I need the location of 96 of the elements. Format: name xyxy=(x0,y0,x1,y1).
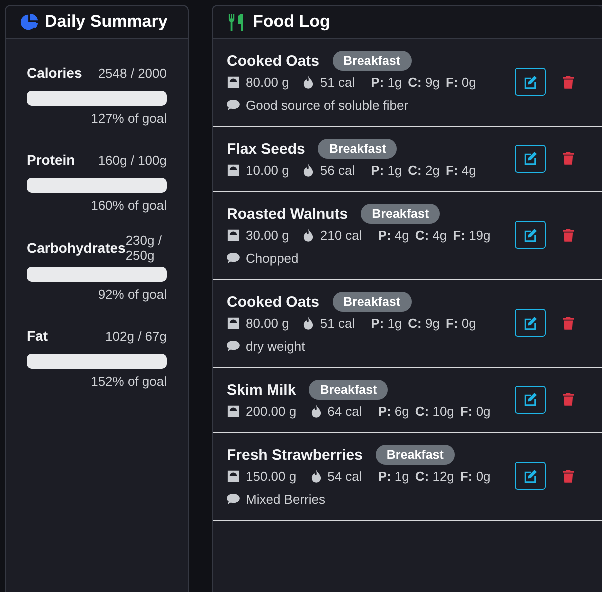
metric-name: Carbohydrates xyxy=(27,240,126,256)
food-name: Fresh Strawberries xyxy=(227,446,363,464)
note-text: Mixed Berries xyxy=(246,492,326,507)
macro-text: C: 4g xyxy=(415,228,448,243)
weight-text: 80.00 g xyxy=(246,75,290,90)
flame-icon xyxy=(303,164,314,177)
card-title: Food Log xyxy=(253,12,330,32)
scale-icon xyxy=(227,76,240,89)
metric-name: Fat xyxy=(27,328,48,344)
edit-icon xyxy=(523,468,538,484)
meal-tag: Breakfast xyxy=(309,380,388,400)
edit-icon xyxy=(523,228,538,242)
calorie-text: 210 cal xyxy=(320,228,362,243)
trash-icon xyxy=(563,393,574,406)
flame-icon xyxy=(303,76,314,89)
fork-knife-icon xyxy=(228,12,245,32)
edit-button[interactable] xyxy=(515,462,546,490)
goal-percent: 127% of goal xyxy=(91,111,167,126)
edit-button[interactable] xyxy=(515,386,546,414)
macro-text: C: 9g xyxy=(408,316,440,331)
food-name: Skim Milk xyxy=(227,382,296,398)
macro-text: P: 1g xyxy=(371,75,402,90)
macro-text: P: 6g xyxy=(378,404,410,419)
scale-icon xyxy=(227,229,240,242)
macro-text: F: 4g xyxy=(446,163,476,178)
note-text: Good source of soluble fiber xyxy=(246,98,409,113)
card-title: Daily Summary xyxy=(45,12,168,32)
trash-icon xyxy=(563,316,574,330)
food-name: Cooked Oats xyxy=(227,52,320,70)
scale-icon xyxy=(227,405,240,418)
macro-text: F: 0g xyxy=(460,404,491,419)
macro-text: C: 2g xyxy=(408,163,440,178)
note-text: Chopped xyxy=(246,251,299,266)
metric-name: Protein xyxy=(27,152,76,168)
edit-button[interactable] xyxy=(515,309,546,337)
calorie-text: 51 cal xyxy=(320,75,356,90)
trash-icon xyxy=(563,470,574,482)
metric-reading: 2548 / 2000 xyxy=(98,66,167,80)
food-name: Flax Seeds xyxy=(227,140,306,158)
flame-icon xyxy=(310,470,322,483)
edit-icon xyxy=(523,316,538,330)
macro-text: C: 9g xyxy=(408,75,440,90)
weight-text: 150.00 g xyxy=(246,469,297,484)
meal-tag: Breakfast xyxy=(376,445,455,465)
food-name: Cooked Oats xyxy=(227,294,320,310)
scale-icon xyxy=(227,317,240,330)
macro-text: F: 0g xyxy=(460,469,491,484)
edit-button[interactable] xyxy=(515,221,546,249)
speech-bubble-icon xyxy=(227,253,240,264)
speech-bubble-icon xyxy=(227,341,240,352)
edit-button[interactable] xyxy=(515,144,546,172)
note-text: dry weight xyxy=(246,339,306,354)
macro-text: P: 1g xyxy=(371,316,402,331)
flame-icon xyxy=(310,405,322,418)
trash-icon xyxy=(563,228,574,242)
calorie-text: 54 cal xyxy=(328,469,362,484)
meal-tag: Breakfast xyxy=(332,292,412,312)
meal-tag: Breakfast xyxy=(332,51,412,71)
macro-text: F: 19g xyxy=(453,228,491,243)
trash-icon xyxy=(563,76,574,88)
macro-text: C: 10g xyxy=(415,404,454,419)
pie-chart-icon xyxy=(20,12,39,32)
macro-text: F: 0g xyxy=(446,75,476,90)
scale-icon xyxy=(227,470,240,483)
calorie-text: 51 cal xyxy=(320,316,356,331)
speech-bubble-icon xyxy=(227,494,240,505)
flame-icon xyxy=(303,229,314,242)
edit-button[interactable] xyxy=(515,68,546,96)
goal-percent: 152% of goal xyxy=(91,374,167,389)
food-name: Roasted Walnuts xyxy=(227,206,348,222)
metric-reading: 230g / 250g xyxy=(126,233,163,263)
metric-reading: 102g / 67g xyxy=(106,328,167,344)
macro-text: P: 4g xyxy=(378,228,410,243)
goal-percent: 92% of goal xyxy=(98,287,167,302)
edit-icon xyxy=(523,151,538,166)
goal-percent: 160% of goal xyxy=(91,198,167,213)
metric-name: Calories xyxy=(27,65,82,81)
flame-icon xyxy=(303,317,314,330)
meal-tag: Breakfast xyxy=(318,139,398,159)
edit-icon xyxy=(523,392,538,407)
macro-text: C: 12g xyxy=(415,469,454,484)
weight-text: 10.00 g xyxy=(246,163,290,178)
trash-icon xyxy=(563,152,574,165)
weight-text: 200.00 g xyxy=(246,404,297,419)
speech-bubble-icon xyxy=(227,100,240,111)
calorie-text: 56 cal xyxy=(320,163,356,178)
macro-text: P: 1g xyxy=(371,163,402,178)
calorie-text: 64 cal xyxy=(328,404,362,419)
macro-text: P: 1g xyxy=(378,469,410,484)
metric-reading: 160g / 100g xyxy=(98,152,167,168)
edit-icon xyxy=(523,74,538,90)
weight-text: 80.00 g xyxy=(246,316,290,331)
meal-tag: Breakfast xyxy=(361,204,440,224)
macro-text: F: 0g xyxy=(446,316,476,331)
weight-text: 30.00 g xyxy=(246,228,290,243)
scale-icon xyxy=(227,164,240,177)
